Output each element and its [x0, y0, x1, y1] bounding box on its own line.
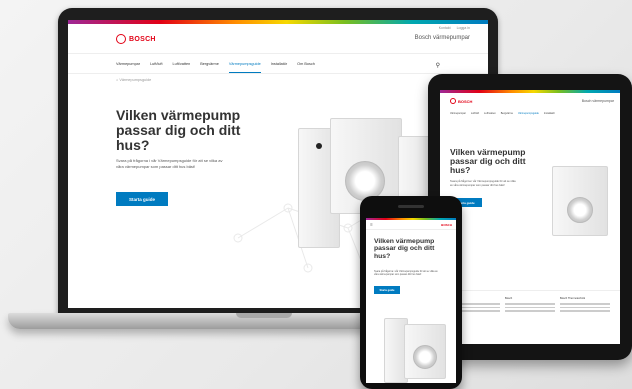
laptop-notch — [236, 313, 292, 318]
home-icon[interactable]: ⌂ — [116, 78, 118, 82]
nav-item[interactable]: Om Bosch — [297, 62, 315, 73]
phone-screen: ☰ BOSCH Vilken värmepump passar dig och … — [366, 218, 456, 383]
nav-item[interactable]: Värmepumpar — [450, 112, 466, 115]
pump-fan — [567, 197, 593, 223]
phone-device: ☰ BOSCH Vilken värmepump passar dig och … — [360, 196, 462, 389]
top-link-login[interactable]: Logga in — [457, 26, 470, 30]
main-nav: Värmepumpar Luft/luft Luft/vatten Bergvä… — [68, 54, 488, 74]
pump-fan — [345, 161, 385, 201]
hero-heading: Vilken värmepump passar dig och ditt hus… — [116, 107, 241, 153]
nav-item[interactable]: Bergvärme — [501, 112, 513, 115]
breadcrumb: ⌂ Värmepumpsguide — [68, 74, 488, 88]
heat-pump-outdoor-image — [404, 324, 446, 379]
brand-name: BOSCH — [129, 35, 156, 43]
hero-text: Svara på frågorna i vår Värmepumpsguide … — [116, 158, 223, 169]
nav-item[interactable]: Luft/vatten — [484, 112, 496, 115]
top-link-contact[interactable]: Kontakt — [439, 26, 451, 30]
top-links: Kontakt Logga in — [439, 26, 470, 30]
bosch-logo[interactable]: BOSCH — [116, 34, 156, 44]
hero-text: Svara på frågorna i vår Värmepumpsguide … — [450, 180, 516, 187]
search-icon[interactable]: ⚲ — [436, 62, 440, 73]
brand-color-strip — [440, 90, 620, 93]
bosch-logo[interactable]: BOSCH — [450, 98, 472, 104]
bosch-armature-icon — [116, 34, 126, 44]
brand-name: BOSCH — [441, 223, 452, 227]
pump-display — [316, 143, 322, 149]
menu-icon[interactable]: ☰ — [370, 223, 373, 227]
nav-item[interactable]: Installatör — [544, 112, 555, 115]
site-title: Bosch värmepumpar — [581, 99, 614, 103]
nav-item[interactable]: Luft/luft — [471, 112, 479, 115]
main-nav: Värmepumpar Luft/luft Luft/vatten Bergvä… — [450, 112, 555, 115]
hero-heading: Vilken värmepump passar dig och ditt hus… — [374, 238, 435, 260]
nav-item[interactable]: Bergvärme — [200, 62, 219, 73]
site-header: BOSCH Kontakt Logga in Bosch värmepumpar — [68, 24, 488, 54]
site-title: Bosch värmepumpar — [414, 35, 470, 41]
nav-item[interactable]: Luft/vatten — [173, 62, 191, 73]
tablet-screen: BOSCH Bosch värmepumpar Värmepumpar Luft… — [440, 90, 620, 344]
heat-pump-image — [552, 166, 608, 236]
footer: Bosch Bosch Bosch Thermotechnik — [440, 290, 620, 344]
footer-col: Bosch — [505, 297, 555, 338]
mobile-header: ☰ BOSCH — [366, 220, 456, 230]
breadcrumb-current: Värmepumpsguide — [119, 78, 152, 82]
brand-name: BOSCH — [458, 98, 473, 104]
hero-heading: Vilken värmepump passar dig och ditt hus… — [450, 147, 526, 175]
hero-text: Svara på frågorna i vår Värmepumpsguide … — [374, 270, 438, 277]
nav-item[interactable]: Luft/luft — [150, 62, 162, 73]
bosch-armature-icon — [450, 98, 456, 104]
footer-col: Bosch Thermotechnik — [560, 297, 610, 338]
nav-item-active[interactable]: Värmepumpsguide — [518, 112, 539, 115]
pump-fan — [413, 345, 437, 369]
phone-speaker — [398, 205, 424, 208]
nav-item-active[interactable]: Värmepumpsguide — [228, 62, 261, 73]
start-guide-button[interactable]: Starta guide — [116, 192, 168, 206]
nav-item[interactable]: Värmepumpar — [116, 62, 140, 73]
nav-item[interactable]: Installatör — [271, 62, 287, 73]
start-guide-button[interactable]: Starta guide — [374, 286, 400, 294]
